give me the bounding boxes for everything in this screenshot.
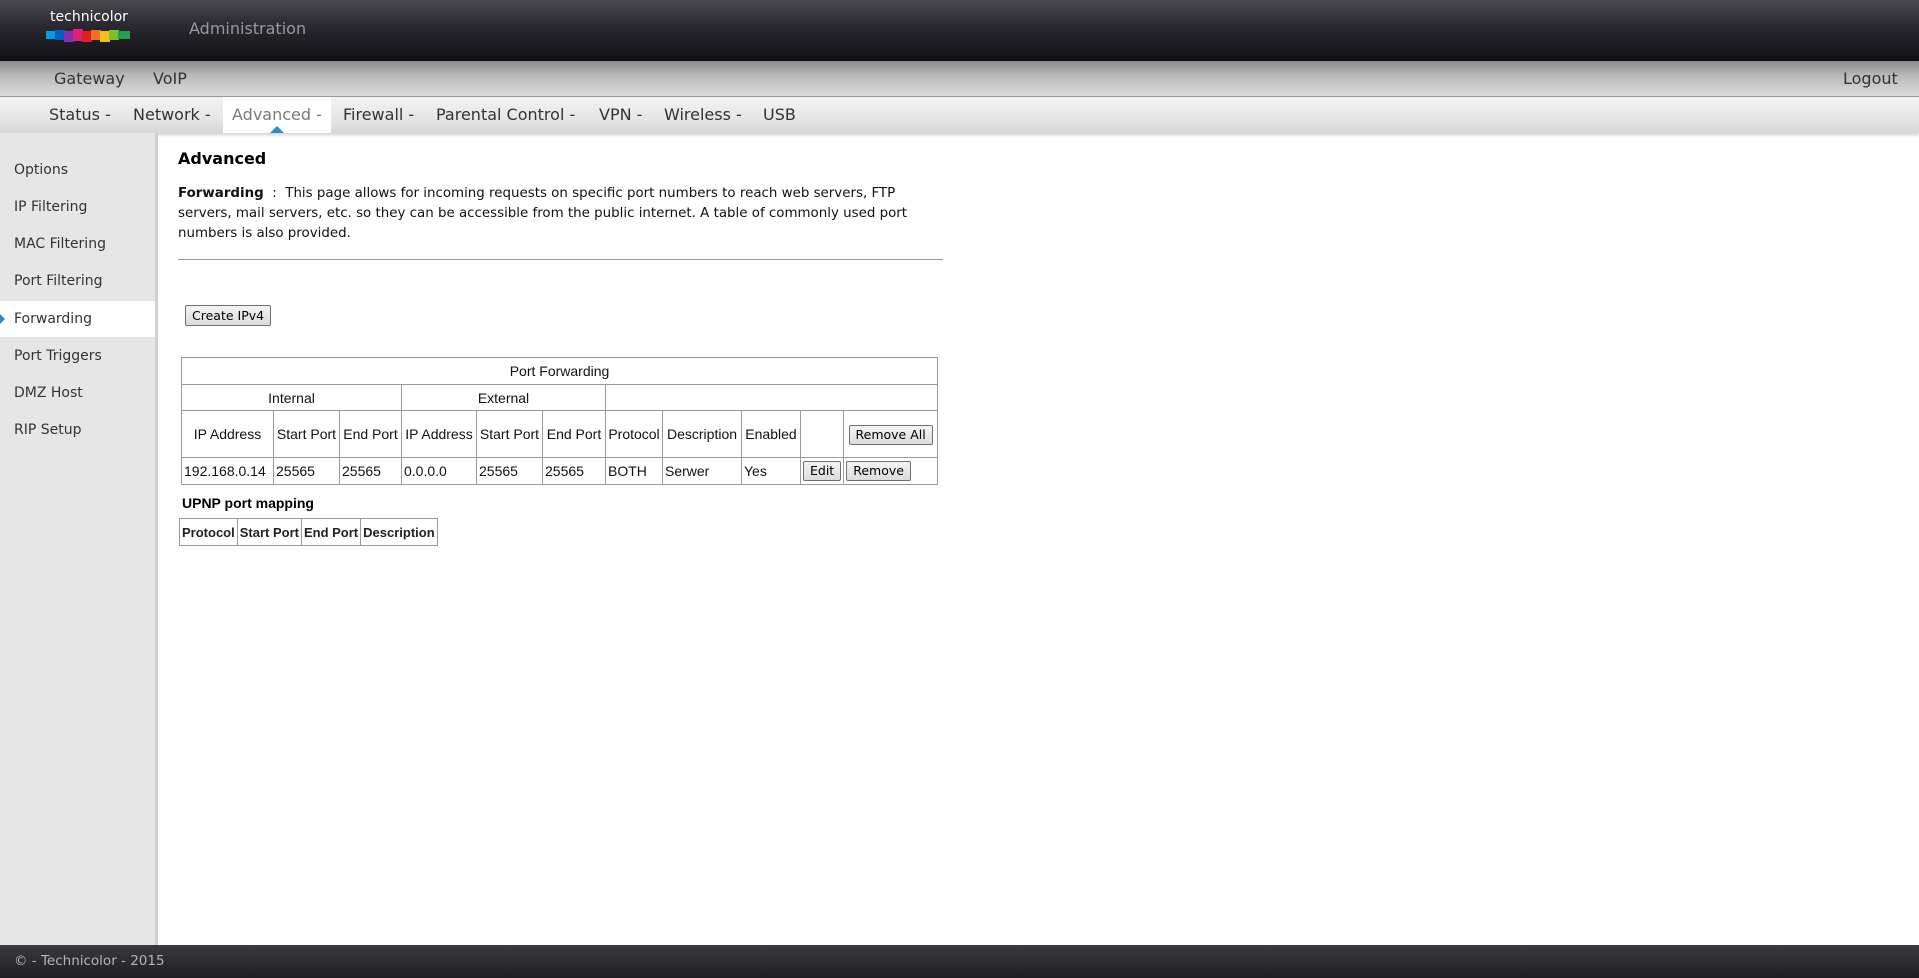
description-separator: : xyxy=(272,186,277,201)
top-nav: Gateway VoIP Logout xyxy=(0,61,1919,97)
upnp-col-end-port: End Port xyxy=(300,518,362,546)
col-ext-end-port: End Port xyxy=(542,410,606,458)
sidebar-item-port-filtering[interactable]: Port Filtering xyxy=(0,263,155,299)
remove-button[interactable]: Remove xyxy=(846,461,911,481)
cell-start-port: 25565 xyxy=(273,457,340,485)
subnav-advanced-label: Advanced - xyxy=(232,105,322,124)
upnp-col-start-port: Start Port xyxy=(236,518,302,546)
upnp-title: UPNP port mapping xyxy=(182,495,314,511)
col-enabled: Enabled xyxy=(741,410,801,458)
logo-text: technicolor xyxy=(50,9,128,25)
sidebar-item-label: Forwarding xyxy=(14,311,92,327)
cell-enabled: Yes xyxy=(741,457,801,485)
app-title: Administration xyxy=(189,19,307,38)
cell-protocol: BOTH xyxy=(605,457,663,485)
subnav-status[interactable]: Status - xyxy=(40,97,120,133)
subnav-wireless[interactable]: Wireless - xyxy=(655,97,751,133)
col-ext-ip-address: IP Address xyxy=(401,410,477,458)
page-title: Advanced xyxy=(178,149,267,168)
sidebar-item-port-triggers[interactable]: Port Triggers xyxy=(0,338,155,374)
col-edit-blank xyxy=(799,410,845,458)
cell-ext-end-port: 25565 xyxy=(542,457,606,485)
subnav-vpn[interactable]: VPN - xyxy=(590,97,651,133)
group-blank-header xyxy=(605,384,938,411)
cell-edit: Edit xyxy=(799,457,845,485)
port-forwarding-table: Port Forwarding Internal External IP Add… xyxy=(181,357,938,485)
col-description: Description xyxy=(662,410,742,458)
topnav-voip[interactable]: VoIP xyxy=(153,69,187,88)
subnav-advanced[interactable]: Advanced - xyxy=(223,97,331,133)
cell-ip-address: 192.168.0.14 xyxy=(181,457,274,485)
header-bar: technicolor Administration xyxy=(0,0,1919,61)
group-external-header: External xyxy=(401,384,606,411)
subnav-parental-control[interactable]: Parental Control - xyxy=(427,97,584,133)
sidebar: Options IP Filtering MAC Filtering Port … xyxy=(0,133,158,945)
upnp-table: Protocol Start Port End Port Description xyxy=(179,518,438,546)
cell-end-port: 25565 xyxy=(339,457,402,485)
sidebar-item-options[interactable]: Options xyxy=(0,152,155,188)
active-item-marker-icon xyxy=(0,314,5,324)
description-label: Forwarding xyxy=(178,186,264,201)
port-forwarding-title: Port Forwarding xyxy=(181,357,938,385)
sidebar-item-mac-filtering[interactable]: MAC Filtering xyxy=(0,226,155,262)
cell-description: Serwer xyxy=(662,457,742,485)
cell-ext-ip-address: 0.0.0.0 xyxy=(401,457,477,485)
col-remove-all: Remove All xyxy=(843,410,938,458)
col-ip-address: IP Address xyxy=(181,410,274,458)
logout-link[interactable]: Logout xyxy=(1843,69,1898,88)
sidebar-item-dmz-host[interactable]: DMZ Host xyxy=(0,375,155,411)
subnav-network[interactable]: Network - xyxy=(124,97,220,133)
page-description: Forwarding : This page allows for incomi… xyxy=(178,184,948,244)
col-ext-start-port: Start Port xyxy=(476,410,543,458)
upnp-col-description: Description xyxy=(360,518,438,546)
remove-all-button[interactable]: Remove All xyxy=(848,424,933,445)
create-ipv4-button[interactable]: Create IPv4 xyxy=(185,305,272,326)
active-tab-caret-icon xyxy=(269,126,284,133)
description-text: This page allows for incoming requests o… xyxy=(178,186,908,241)
footer-copyright: © - Technicolor - 2015 xyxy=(14,953,165,969)
sidebar-item-forwarding[interactable]: Forwarding xyxy=(0,301,155,337)
footer: © - Technicolor - 2015 xyxy=(0,945,1919,978)
table-row: 192.168.0.14 25565 25565 0.0.0.0 25565 2… xyxy=(181,457,938,485)
col-end-port: End Port xyxy=(339,410,402,458)
cell-ext-start-port: 25565 xyxy=(476,457,543,485)
logo-color-bar-icon xyxy=(46,29,130,42)
sub-nav: Status - Network - Advanced - Firewall -… xyxy=(0,97,1919,133)
subnav-firewall[interactable]: Firewall - xyxy=(334,97,423,133)
subnav-usb[interactable]: USB xyxy=(754,97,805,133)
sidebar-item-rip-setup[interactable]: RIP Setup xyxy=(0,412,155,448)
edit-button[interactable]: Edit xyxy=(803,461,842,481)
group-internal-header: Internal xyxy=(181,384,402,411)
col-start-port: Start Port xyxy=(273,410,340,458)
topnav-gateway[interactable]: Gateway xyxy=(54,69,125,88)
cell-remove: Remove xyxy=(843,457,938,485)
sidebar-item-ip-filtering[interactable]: IP Filtering xyxy=(0,189,155,225)
divider xyxy=(178,259,943,260)
upnp-col-protocol: Protocol xyxy=(179,518,238,546)
col-protocol: Protocol xyxy=(605,410,663,458)
technicolor-logo[interactable]: technicolor xyxy=(46,9,132,45)
